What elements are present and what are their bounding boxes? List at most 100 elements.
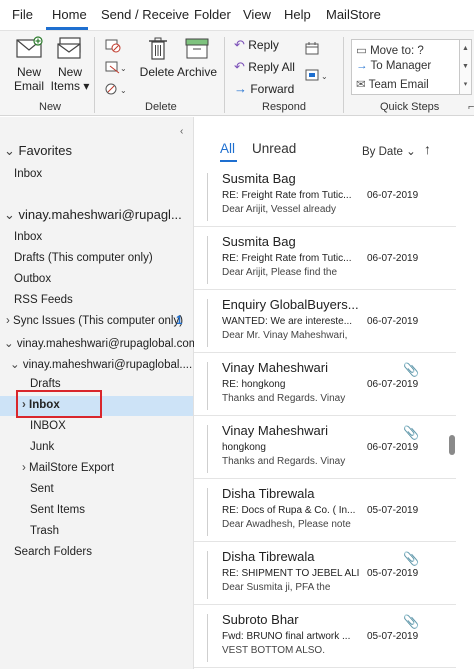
quick-step-label: Team Email <box>368 79 429 91</box>
message-divider-bar <box>207 488 208 536</box>
menu-file[interactable]: File <box>12 7 33 22</box>
folder-drafts-local[interactable]: Drafts (This computer only) <box>14 252 153 264</box>
message-divider-bar <box>207 236 208 284</box>
menu-send-receive[interactable]: Send / Receive <box>101 7 189 22</box>
envelope-icon: ✉ <box>356 79 366 91</box>
message-item[interactable]: Susmita Bag RE: Freight Rate from Tutic..… <box>194 230 456 290</box>
reply-all-icon: ↶ <box>234 59 245 74</box>
trash-icon <box>149 37 167 60</box>
folder-search-folders[interactable]: Search Folders <box>14 546 92 558</box>
message-item[interactable]: Vinay Maheshwari RE: hongkong Thanks and R… <box>194 356 456 416</box>
collapse-pane-icon[interactable]: ‹ <box>180 126 183 137</box>
group-separator <box>343 37 344 113</box>
menu-home[interactable]: Home <box>52 7 87 22</box>
sort-by-dropdown[interactable]: By Date ⌄ <box>362 144 416 158</box>
filter-tab-all[interactable]: All <box>220 141 235 156</box>
message-item[interactable]: Susmita Bag RE: Freight Rate from Tutic..… <box>194 167 456 227</box>
scrollbar-track[interactable] <box>456 117 474 669</box>
filter-tab-unread[interactable]: Unread <box>252 141 296 156</box>
quick-steps-scroll[interactable]: ▲ ▼ ▾ <box>459 40 471 94</box>
reply-all-button[interactable]: ↶ Reply All <box>234 59 295 75</box>
archive-button[interactable]: Archive <box>176 36 218 79</box>
message-subject: Fwd: BRUNO final artwork ... <box>222 631 351 642</box>
folder-drafts[interactable]: Drafts <box>30 378 61 390</box>
message-sender: Vinay Maheshwari <box>222 360 328 375</box>
filter-tab-underline <box>220 160 237 162</box>
ignore-icon[interactable] <box>105 37 121 53</box>
account-label: vinay.maheshwari@rupagl... <box>18 207 182 222</box>
message-item[interactable]: Disha Tibrewala RE: Docs of Rupa & Co. ( … <box>194 482 456 542</box>
new-items-label-1: New <box>57 65 82 79</box>
highlight-annotation-box <box>16 390 102 418</box>
svg-text:⌄: ⌄ <box>321 72 328 81</box>
folder-mailstore-export[interactable]: › MailStore Export <box>22 462 114 474</box>
folder-junk[interactable]: Junk <box>30 441 54 453</box>
folder-inbox-caps[interactable]: INBOX <box>30 420 66 432</box>
meeting-icon[interactable] <box>304 41 320 57</box>
message-preview: Dear Susmita ji, PFA the <box>222 582 331 593</box>
new-email-label-2: Email <box>13 79 44 93</box>
delete-button[interactable]: Delete <box>138 36 176 79</box>
message-divider-bar <box>207 425 208 473</box>
scrollbar-thumb[interactable] <box>449 435 455 455</box>
folder-sync-issues[interactable]: › Sync Issues (This computer only) <box>6 315 183 327</box>
account-subfolder[interactable]: ⌄ vinay.maheshwari@rupaglobal.... <box>10 357 192 371</box>
message-preview: Thanks and Regards. Vinay <box>222 456 346 467</box>
attachment-icon: 📎 <box>403 425 420 440</box>
forward-button[interactable]: → Forward <box>234 81 294 96</box>
menu-bar: File Home Send / Receive Folder View Hel… <box>0 0 474 30</box>
quick-step-label: Move to: ? <box>370 45 424 57</box>
menu-help[interactable]: Help <box>284 7 311 22</box>
new-email-button[interactable]: New Email <box>12 36 46 93</box>
reply-button[interactable]: ↶ Reply <box>234 37 279 53</box>
message-subject: RE: SHIPMENT TO JEBEL ALI <box>222 568 360 579</box>
more-respond-icon[interactable]: ⌄ <box>304 67 330 83</box>
message-item[interactable]: Disha Tibrewala RE: SHIPMENT TO JEBEL ALI… <box>194 545 456 605</box>
folder-trash[interactable]: Trash <box>30 525 59 537</box>
clean-up-icon[interactable]: ⌄ <box>105 59 127 75</box>
favorites-header[interactable]: ⌄ Favorites <box>4 143 72 159</box>
envelope-icon <box>16 36 43 58</box>
sort-direction-icon[interactable]: ↑ <box>424 141 431 157</box>
message-list-header: All Unread By Date ⌄ ↑ <box>194 117 474 167</box>
quick-step-move-to[interactable]: ▭ Move to: ? <box>356 43 424 57</box>
account-header-2[interactable]: ⌄ vinay.maheshwari@rupaglobal.com <box>4 336 198 350</box>
message-subject: RE: Freight Rate from Tutic... <box>222 190 352 201</box>
message-divider-bar <box>207 362 208 410</box>
chevron-down-icon: ⌄ <box>4 207 15 222</box>
svg-text:⌄: ⌄ <box>120 86 127 95</box>
message-sender: Susmita Bag <box>222 171 296 186</box>
folder-outbox[interactable]: Outbox <box>14 273 51 285</box>
folder-rss-feeds[interactable]: RSS Feeds <box>14 294 73 306</box>
message-divider-bar <box>207 551 208 599</box>
account-header-1[interactable]: ⌄ vinay.maheshwari@rupagl... <box>4 207 182 223</box>
message-subject: hongkong <box>222 442 266 453</box>
message-date: 06-07-2019 <box>367 442 419 453</box>
message-item[interactable]: Enquiry GlobalBuyers... WANTED: We are in… <box>194 293 456 353</box>
folder-sent-items[interactable]: Sent Items <box>30 504 85 516</box>
archive-label: Archive <box>176 65 217 79</box>
forward-label: Forward <box>250 82 295 96</box>
folder-sent[interactable]: Sent <box>30 483 54 495</box>
chevron-down-icon[interactable]: ▼ <box>460 58 471 76</box>
message-item[interactable]: Vinay Maheshwari hongkong Thanks and Regar… <box>194 419 456 479</box>
message-list-pane: All Unread By Date ⌄ ↑ Susmita Bag RE: Fr… <box>194 117 474 669</box>
expand-icon[interactable]: ▾ <box>460 76 471 94</box>
quick-step-to-manager[interactable]: → To Manager <box>356 60 431 72</box>
menu-view[interactable]: View <box>243 7 271 22</box>
forward-icon: → <box>234 81 247 96</box>
menu-folder[interactable]: Folder <box>194 7 231 22</box>
message-item[interactable]: Subroto Bhar Fwd: BRUNO final artwork ...… <box>194 608 456 668</box>
quick-step-team-email[interactable]: ✉ Team Email <box>356 77 429 91</box>
group-separator <box>94 37 95 113</box>
menu-mailstore[interactable]: MailStore <box>326 7 381 22</box>
folder-inbox[interactable]: Inbox <box>14 231 42 243</box>
new-items-button[interactable]: New Items ▾ <box>50 36 90 93</box>
message-preview: Thanks and Regards. Vinay <box>222 393 346 404</box>
dialog-launcher-icon[interactable]: ⌐ <box>468 101 474 113</box>
junk-icon[interactable]: ⌄ <box>105 81 127 97</box>
move-to-icon: ▭ <box>356 45 367 57</box>
folder-favorites-inbox[interactable]: Inbox <box>14 168 42 180</box>
message-preview: Dear Arijit, Please find the <box>222 267 338 278</box>
chevron-up-icon[interactable]: ▲ <box>460 40 471 58</box>
